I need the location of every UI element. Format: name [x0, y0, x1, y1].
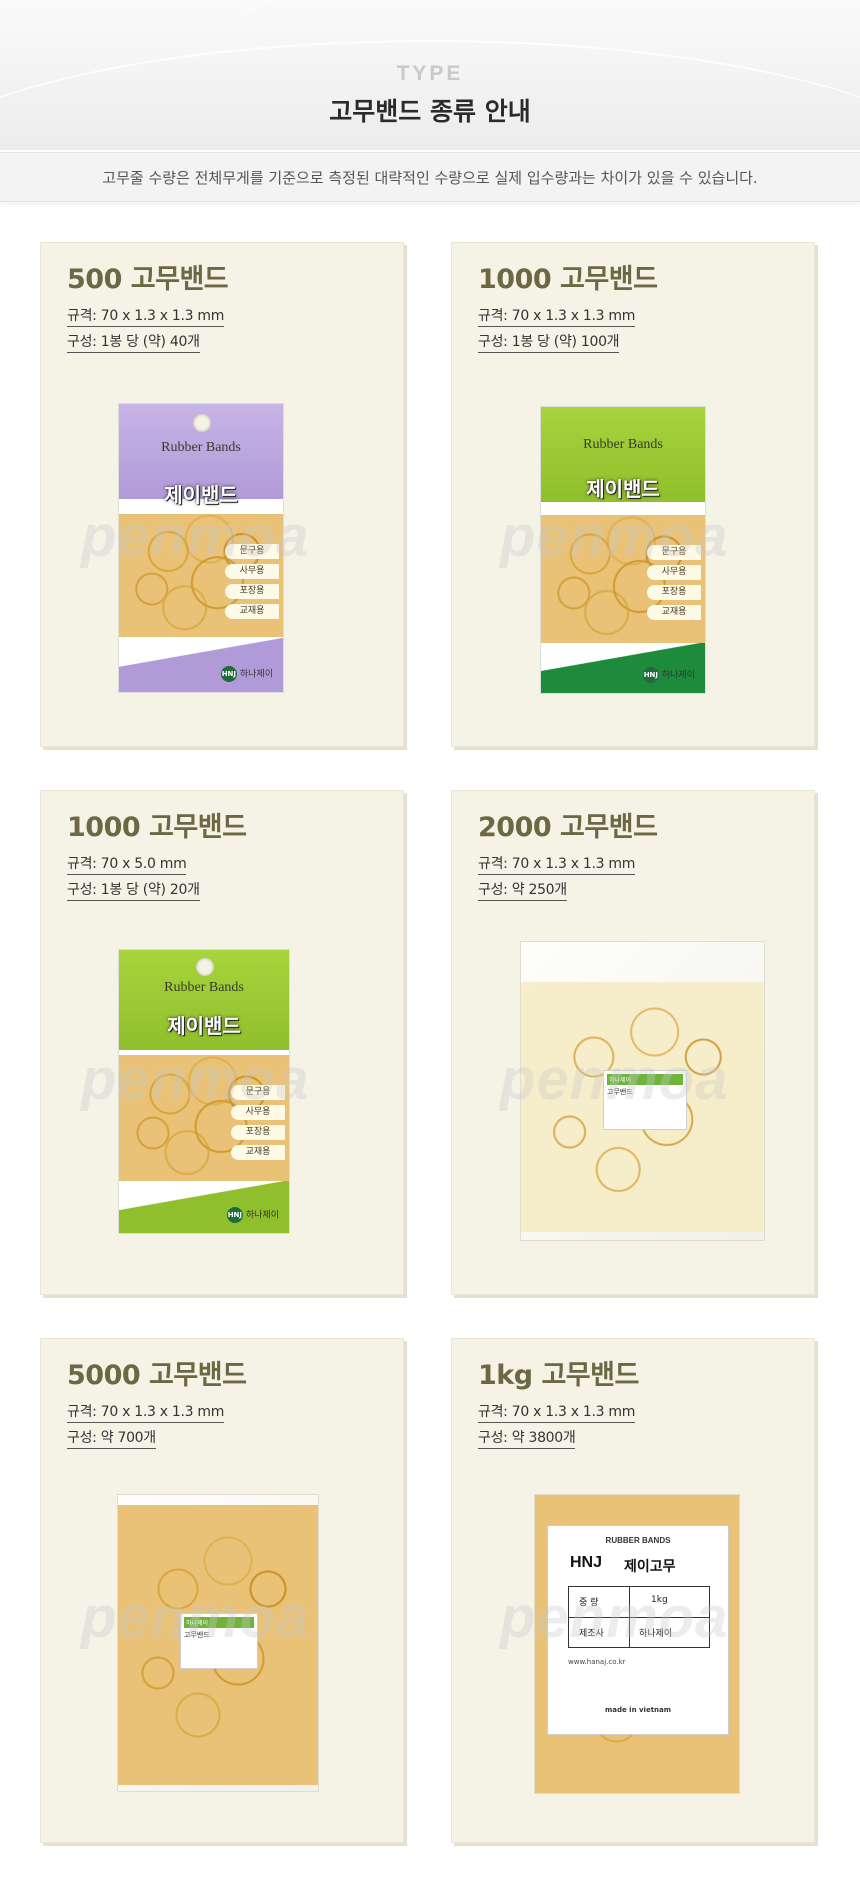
product-composition: 구성: 약 3800개 — [478, 1427, 576, 1449]
bag-label-header: 하나제이 — [184, 1617, 254, 1628]
product-composition: 구성: 1봉 당 (약) 100개 — [478, 331, 620, 353]
package-brand-ko: 제이밴드 — [586, 477, 660, 501]
product-name: 1000 고무밴드 — [67, 812, 247, 843]
label-brand-en: RUBBER BANDS — [605, 1536, 671, 1545]
clear-rubber-band-bag-icon: 하나제이 고무밴드 — [117, 1494, 319, 1792]
usage-tags: 문구용 사무용 포장용 교재용 — [231, 1085, 285, 1165]
package-maker: HNJ 하나제이 — [220, 666, 273, 682]
package-brand-en: Rubber Bands — [161, 440, 241, 455]
label-weight-label: 중 량 — [579, 1598, 599, 1608]
usage-tag: 문구용 — [647, 545, 701, 560]
product-name: 500 고무밴드 — [67, 264, 229, 295]
notice-text: 고무줄 수량은 전체무게를 기준으로 측정된 대략적인 수량으로 실제 입수량과… — [102, 169, 758, 187]
usage-tag: 포장용 — [647, 585, 701, 600]
product-composition: 구성: 약 250개 — [478, 879, 567, 901]
usage-tag: 교재용 — [647, 605, 701, 620]
usage-tag: 문구용 — [231, 1085, 285, 1100]
usage-tags: 문구용 사무용 포장용 교재용 — [647, 545, 701, 625]
product-spec: 규격: 70 x 1.3 x 1.3 mm — [67, 305, 224, 327]
usage-tag: 포장용 — [231, 1125, 285, 1140]
product-composition: 구성: 1봉 당 (약) 40개 — [67, 331, 200, 353]
label-origin: made in vietnam — [604, 1706, 672, 1714]
page-title: 고무밴드 종류 안내 — [329, 97, 531, 126]
product-spec: 규격: 70 x 1.3 x 1.3 mm — [478, 305, 635, 327]
hnj-logo-icon: HNJ — [220, 666, 237, 682]
notice-bar: 고무줄 수량은 전체무게를 기준으로 측정된 대략적인 수량으로 실제 입수량과… — [0, 152, 860, 202]
package-maker: HNJ 하나제이 — [226, 1207, 279, 1223]
usage-tag: 사무용 — [231, 1105, 285, 1120]
product-card-500: 500 고무밴드 규격: 70 x 1.3 x 1.3 mm 구성: 1봉 당 … — [40, 242, 404, 747]
usage-tags: 문구용 사무용 포장용 교재용 — [225, 544, 279, 624]
label-website: www.hanaj.co.kr — [568, 1658, 626, 1666]
clear-rubber-band-bag-icon: 하나제이 고무밴드 — [520, 941, 765, 1241]
bag-label-product: 고무밴드 — [184, 1631, 210, 1639]
label-weight-value: 1kg — [651, 1595, 668, 1605]
package-maker: HNJ 하나제이 — [642, 667, 695, 683]
bag-label-product: 고무밴드 — [607, 1088, 633, 1096]
product-spec: 규격: 70 x 1.3 x 1.3 mm — [478, 1401, 635, 1423]
product-spec: 규격: 70 x 5.0 mm — [67, 853, 187, 875]
page-header: TYPE 고무밴드 종류 안내 — [0, 0, 860, 150]
maker-name: 하나제이 — [245, 1210, 279, 1221]
product-card-2000: 2000 고무밴드 규격: 70 x 1.3 x 1.3 mm 구성: 약 25… — [451, 790, 815, 1295]
usage-tag: 교재용 — [225, 604, 279, 619]
bag-label: 하나제이 고무밴드 — [180, 1613, 258, 1669]
bag-label: 하나제이 고무밴드 — [603, 1070, 687, 1130]
usage-tag: 문구용 — [225, 544, 279, 559]
product-card-1000-wide: 1000 고무밴드 규격: 70 x 5.0 mm 구성: 1봉 당 (약) 2… — [40, 790, 404, 1295]
package-brand-en: Rubber Bands — [583, 437, 663, 452]
product-name: 2000 고무밴드 — [478, 812, 658, 843]
label-table: 중 량 1kg 제조사 하나제이 — [568, 1586, 710, 1648]
maker-name: 하나제이 — [239, 669, 273, 680]
hnj-logo-icon: HNJ — [642, 667, 659, 683]
product-name: 5000 고무밴드 — [67, 1360, 247, 1391]
package-brand-ko: 제이밴드 — [164, 483, 238, 507]
maker-name: 하나제이 — [661, 670, 695, 681]
label-product-name: 제이고무 — [624, 1559, 676, 1575]
product-card-1000: 1000 고무밴드 규격: 70 x 1.3 x 1.3 mm 구성: 1봉 당… — [451, 242, 815, 747]
purple-rubber-band-package-icon: Rubber Bands 제이밴드 문구용 사무용 포장용 교재용 HNJ 하나제… — [118, 403, 284, 693]
product-name: 1kg 고무밴드 — [478, 1360, 639, 1391]
product-spec: 규격: 70 x 1.3 x 1.3 mm — [478, 853, 635, 875]
hnj-logo-icon: HNJ — [570, 1554, 603, 1571]
usage-tag: 사무용 — [647, 565, 701, 580]
product-card-5000: 5000 고무밴드 규격: 70 x 1.3 x 1.3 mm 구성: 약 70… — [40, 1338, 404, 1843]
bag-label-header: 하나제이 — [607, 1074, 683, 1085]
labeled-rubber-band-bag-icon: RUBBER BANDS HNJ 제이고무 중 량 1kg 제조사 하나제이 w… — [534, 1494, 740, 1794]
type-label: TYPE — [396, 62, 464, 85]
package-brand-en: Rubber Bands — [164, 980, 244, 995]
product-composition: 구성: 약 700개 — [67, 1427, 156, 1449]
package-brand-ko: 제이밴드 — [167, 1014, 241, 1038]
label-maker-label: 제조사 — [579, 1629, 604, 1639]
usage-tag: 교재용 — [231, 1145, 285, 1160]
usage-tag: 포장용 — [225, 584, 279, 599]
usage-tag: 사무용 — [225, 564, 279, 579]
green-rubber-band-package-icon: Rubber Bands 제이밴드 문구용 사무용 포장용 교재용 HNJ 하나제… — [540, 406, 706, 694]
product-composition: 구성: 1봉 당 (약) 20개 — [67, 879, 200, 901]
product-spec: 규격: 70 x 1.3 x 1.3 mm — [67, 1401, 224, 1423]
green-rubber-band-package-icon: Rubber Bands 제이밴드 문구용 사무용 포장용 교재용 HNJ 하나제… — [118, 949, 290, 1234]
product-card-1kg: 1kg 고무밴드 규격: 70 x 1.3 x 1.3 mm 구성: 약 380… — [451, 1338, 815, 1843]
label-maker-value: 하나제이 — [639, 1629, 673, 1639]
product-label-sheet: RUBBER BANDS HNJ 제이고무 중 량 1kg 제조사 하나제이 w… — [547, 1525, 729, 1735]
product-name: 1000 고무밴드 — [478, 264, 658, 295]
hnj-logo-icon: HNJ — [226, 1207, 243, 1223]
